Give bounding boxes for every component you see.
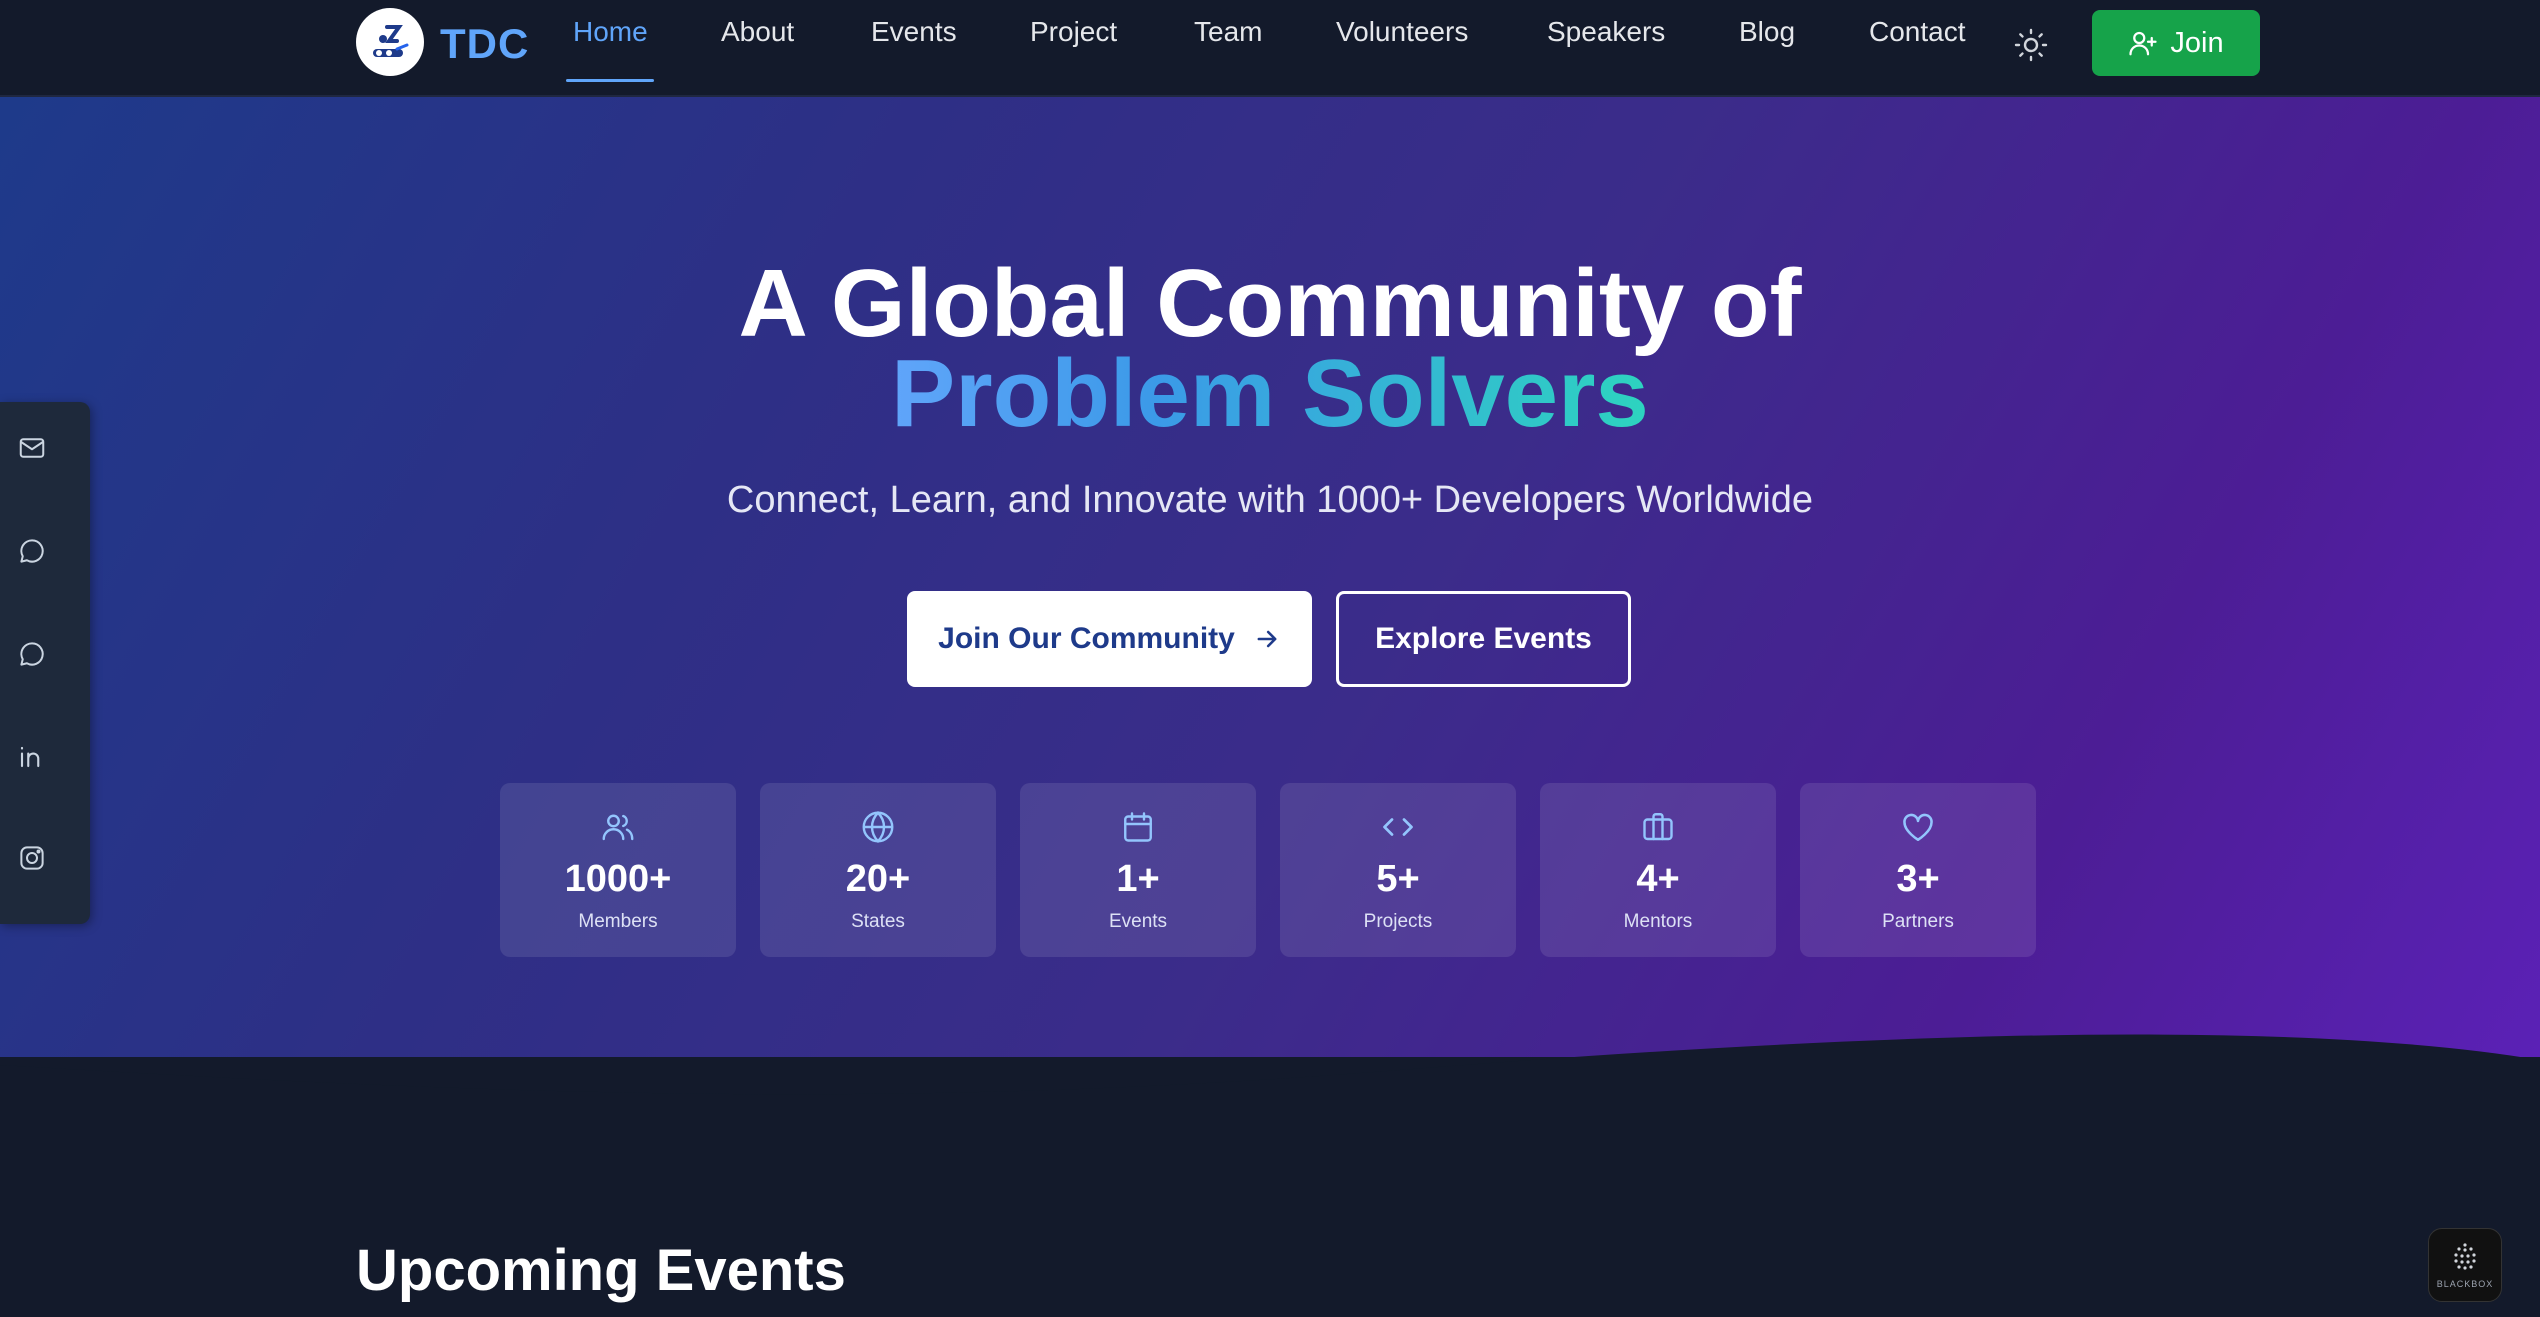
join-community-label: Join Our Community [938, 622, 1235, 655]
stat-label: Mentors [1623, 911, 1693, 932]
heart-icon [1903, 813, 1933, 842]
blackbox-logo-icon [2454, 1243, 2476, 1270]
stat-card-states: 20+ States [760, 783, 996, 957]
logo[interactable] [356, 8, 424, 76]
blackbox-label: BLACKBOX [2436, 1279, 2494, 1289]
mail-icon [19, 438, 45, 458]
linkedin-icon [20, 746, 40, 768]
whatsapp-icon [20, 642, 44, 666]
social-sidebar [0, 402, 90, 924]
stat-value: 5+ [1376, 858, 1420, 900]
logo-mark-icon [373, 25, 409, 57]
stat-label: Partners [1882, 911, 1954, 932]
nav-active-indicator [566, 79, 654, 82]
upcoming-events-heading: Upcoming Events [356, 1238, 846, 1303]
mail-link[interactable] [14, 430, 50, 466]
stat-card-events: 1+ Events [1020, 783, 1256, 957]
linkedin-link[interactable] [14, 738, 50, 774]
stat-label: Projects [1363, 911, 1433, 932]
stat-value: 4+ [1636, 858, 1680, 900]
stats-row: 1000+ Members 20+ States 1+ Events 5+ Pr… [500, 783, 2040, 957]
stat-label: Members [578, 911, 658, 932]
code-icon [1383, 818, 1413, 836]
nav-blog[interactable]: Blog [1739, 14, 1795, 62]
join-button[interactable]: Join [2092, 10, 2260, 76]
chat-link[interactable] [14, 533, 50, 569]
nav-speakers[interactable]: Speakers [1547, 14, 1665, 62]
nav-home[interactable]: Home [573, 14, 648, 62]
hero-section: A Global Community of Problem Solvers Co… [0, 97, 2540, 1057]
stat-card-mentors: 4+ Mentors [1540, 783, 1776, 957]
stat-label: States [851, 911, 905, 932]
stat-value: 1000+ [564, 858, 672, 900]
stat-value: 3+ [1896, 858, 1940, 900]
globe-icon [862, 811, 894, 843]
users-icon [602, 814, 634, 841]
brand-name[interactable]: TDC [440, 20, 529, 68]
hero-title: A Global Community of Problem Solvers [0, 256, 2540, 447]
hero-title-highlight: Problem Solvers [891, 340, 1649, 447]
join-button-label: Join [2170, 26, 2224, 59]
explore-events-label: Explore Events [1375, 622, 1592, 655]
explore-events-button[interactable]: Explore Events [1336, 591, 1631, 687]
instagram-link[interactable] [14, 840, 50, 876]
blackbox-widget[interactable]: BLACKBOX [2428, 1228, 2502, 1302]
stat-value: 1+ [1116, 858, 1160, 900]
arrow-right-icon [1257, 630, 1277, 648]
top-navbar: TDC Home About Events Project Team Volun… [0, 0, 2540, 97]
whatsapp-link[interactable] [14, 636, 50, 672]
sun-icon [2014, 28, 2048, 62]
stat-label: Events [1108, 911, 1168, 932]
stat-card-members: 1000+ Members [500, 783, 736, 957]
chat-icon [20, 539, 44, 563]
nav-project[interactable]: Project [1030, 14, 1117, 62]
nav-events[interactable]: Events [871, 14, 957, 62]
stat-card-projects: 5+ Projects [1280, 783, 1516, 957]
briefcase-icon [1643, 813, 1673, 841]
join-community-button[interactable]: Join Our Community [907, 591, 1312, 687]
nav-contact[interactable]: Contact [1869, 14, 1966, 62]
instagram-icon [20, 846, 44, 870]
user-plus-icon [2129, 31, 2158, 56]
hero-wave-divider [0, 1034, 2540, 1120]
nav-team[interactable]: Team [1194, 14, 1262, 62]
stat-card-partners: 3+ Partners [1800, 783, 2036, 957]
theme-toggle-button[interactable] [2012, 26, 2050, 64]
stat-value: 20+ [845, 858, 911, 900]
nav-about[interactable]: About [721, 14, 794, 62]
hero-subtitle: Connect, Learn, and Innovate with 1000+ … [726, 479, 1814, 521]
calendar-icon [1124, 812, 1152, 842]
nav-volunteers[interactable]: Volunteers [1336, 14, 1468, 62]
